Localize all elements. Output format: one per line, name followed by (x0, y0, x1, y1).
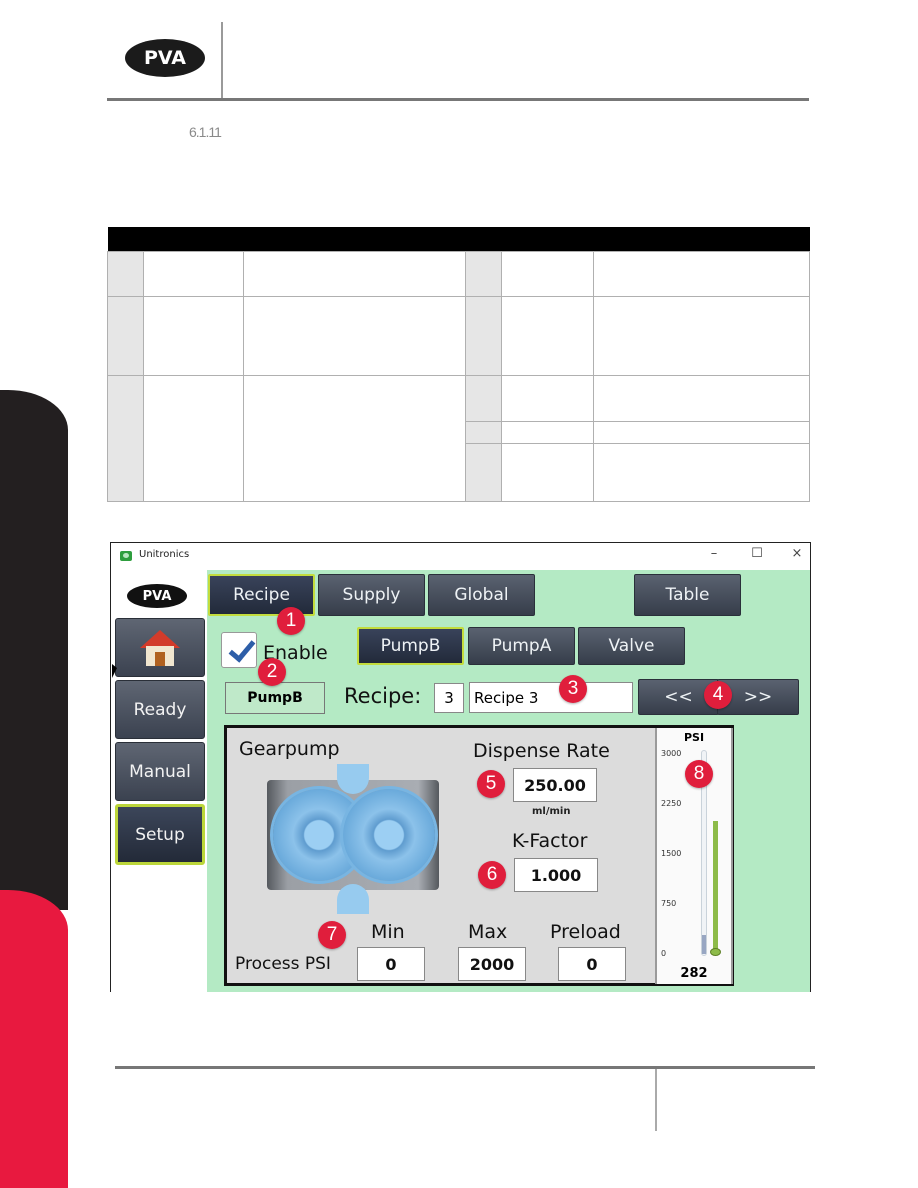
maximize-button[interactable]: ☐ (747, 546, 767, 561)
table-row (107, 250, 810, 297)
preload-label: Preload (550, 921, 621, 943)
callout-badge: 6 (478, 861, 506, 889)
row-number (107, 250, 144, 297)
row-name (501, 295, 594, 376)
gauge-current-bar (702, 935, 706, 954)
row-description (593, 250, 810, 297)
callout-badge: 2 (258, 658, 286, 686)
callout-badge: 1 (277, 607, 305, 635)
panel-title: Gearpump (239, 738, 340, 760)
gear-icon (343, 789, 435, 881)
dispense-rate-unit: ml/min (532, 806, 571, 817)
k-factor-label: K-Factor (512, 830, 588, 852)
minimize-button[interactable]: – (704, 546, 724, 561)
gauge-min-handle[interactable] (710, 948, 721, 956)
side-band-red (0, 890, 68, 1188)
process-psi-label: Process PSI (235, 954, 331, 974)
setup-content: Recipe Supply Global Table Enable PumpB … (207, 570, 810, 992)
row-name (143, 250, 244, 297)
tab-table[interactable]: Table (634, 574, 741, 616)
sidebar-item-home[interactable] (115, 618, 205, 677)
row-description (593, 442, 810, 502)
home-icon (140, 629, 180, 666)
row-description (243, 374, 466, 502)
table-row (107, 374, 810, 502)
sidebar-item-ready[interactable]: Ready (115, 680, 205, 739)
dispense-rate-field[interactable]: 250.00 (513, 768, 597, 802)
side-band-dark (0, 390, 68, 910)
max-label: Max (468, 921, 508, 943)
gearpump-panel: Gearpump Dispense Rate 250.00 ml/min K-F… (224, 725, 734, 986)
row-name (501, 420, 594, 444)
sidebar-pva-logo: PVA (127, 584, 187, 608)
callout-badge: 8 (685, 760, 713, 788)
row-description (243, 295, 466, 376)
device-tab-pumpa[interactable]: PumpA (468, 627, 575, 665)
callout-badge: 3 (559, 675, 587, 703)
row-name (501, 374, 594, 422)
row-number (465, 295, 502, 376)
gauge-value: 282 (680, 966, 708, 981)
callout-table (107, 227, 810, 502)
row-description (593, 420, 810, 444)
row-number (465, 420, 502, 444)
row-name (143, 374, 244, 502)
row-description (243, 250, 466, 297)
tab-global[interactable]: Global (428, 574, 535, 616)
unitronics-window: Unitronics – ☐ × PVA Ready Manual Setup … (110, 542, 811, 992)
gauge-tick: 750 (661, 899, 677, 908)
gearpump-image (267, 764, 439, 914)
row-name (501, 442, 594, 502)
sidebar: PVA Ready Manual Setup (111, 570, 207, 992)
callout-badge: 4 (704, 681, 732, 709)
table-header (107, 227, 810, 251)
device-tab-valve[interactable]: Valve (578, 627, 685, 665)
device-tab-pumpb[interactable]: PumpB (357, 627, 464, 665)
callout-badge: 7 (318, 921, 346, 949)
gauge-tick: 2250 (661, 799, 682, 808)
unitronics-app-icon (120, 551, 132, 561)
enable-checkbox[interactable] (221, 632, 257, 668)
mouse-cursor-icon (112, 664, 117, 678)
callout-badge: 5 (477, 770, 505, 798)
preload-psi-field[interactable]: 0 (558, 947, 626, 981)
dispense-rate-label: Dispense Rate (473, 740, 610, 762)
max-psi-field[interactable]: 2000 (458, 947, 526, 981)
recipe-label: Recipe: (344, 684, 422, 708)
row-number (465, 250, 502, 297)
min-psi-field[interactable]: 0 (357, 947, 425, 981)
row-number (107, 374, 144, 502)
recipe-number-field[interactable]: 3 (434, 683, 464, 713)
sidebar-item-setup[interactable]: Setup (115, 804, 205, 865)
k-factor-field[interactable]: 1.000 (514, 858, 598, 892)
row-description (593, 295, 810, 376)
footer-divider (115, 1066, 815, 1069)
row-number (107, 295, 144, 376)
tab-supply[interactable]: Supply (318, 574, 425, 616)
row-name (143, 295, 244, 376)
title-bar: Unitronics – ☐ × (111, 543, 810, 570)
header-divider (107, 98, 809, 101)
table-row (107, 295, 810, 376)
window-title: Unitronics (139, 549, 190, 560)
sidebar-item-manual[interactable]: Manual (115, 742, 205, 801)
close-button[interactable]: × (787, 546, 807, 561)
row-number (465, 374, 502, 422)
row-name (501, 250, 594, 297)
gauge-tick: 1500 (661, 849, 682, 858)
footer-divider-vertical (655, 1069, 657, 1131)
header-divider-vertical (221, 22, 223, 100)
section-number: 6.1.11 (189, 124, 222, 140)
selected-device-label: PumpB (225, 682, 325, 714)
recipe-name-field[interactable]: Recipe 3 (469, 682, 633, 713)
gauge-tick: 3000 (661, 749, 682, 758)
gauge-tick: 0 (661, 949, 667, 958)
row-number (465, 442, 502, 502)
gauge-title: PSI (683, 731, 705, 744)
row-description (593, 374, 810, 422)
pva-logo: PVA (125, 39, 205, 77)
gauge-setpoint-range (713, 820, 718, 954)
logo-text: PVA (143, 47, 187, 69)
min-label: Min (371, 921, 405, 943)
